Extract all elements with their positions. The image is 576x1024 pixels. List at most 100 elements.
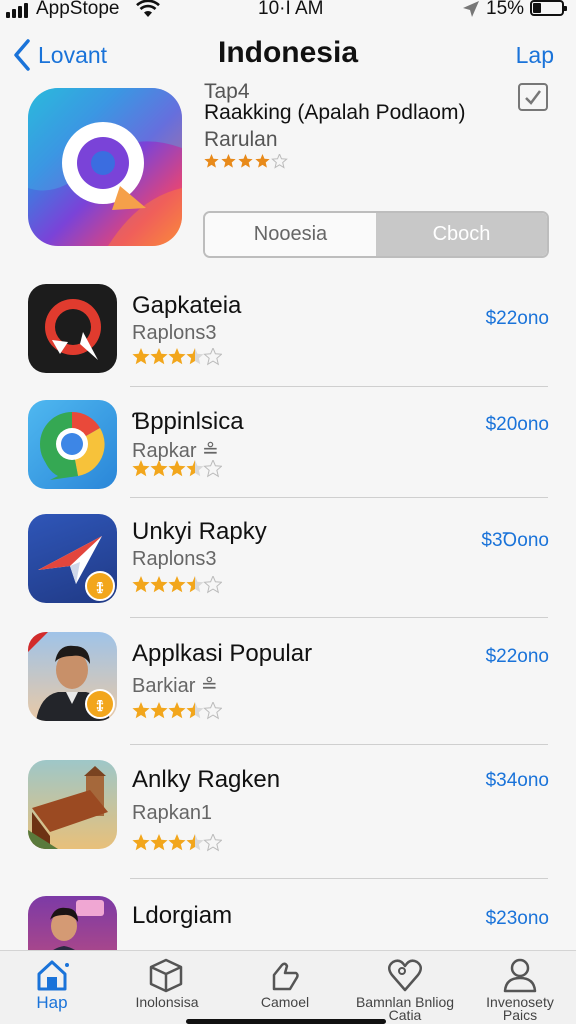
app-name: Applkasi Popular	[132, 640, 313, 667]
tab-indonesia[interactable]: Inolonsisa	[112, 951, 222, 1024]
star-icon	[203, 832, 223, 852]
featured-category: Rarulan	[204, 128, 278, 151]
app-subtitle: Raplons3	[132, 322, 217, 344]
tab-bamnlan[interactable]: Bamnlan Bnliog Catia	[346, 951, 464, 1024]
star-icon	[150, 834, 168, 851]
app-row[interactable]: Anlky Ragken Rapkan1 $34ono	[0, 760, 576, 860]
price-button[interactable]: $22ono	[486, 646, 549, 668]
wifi-icon	[136, 0, 160, 17]
segment-second[interactable]: Cboch	[376, 213, 547, 256]
divider	[130, 386, 548, 387]
app-name: Unkyi Rapky	[132, 518, 267, 545]
home-indicator	[186, 1019, 386, 1024]
location-icon	[463, 1, 479, 17]
carrier-label: AppStope	[36, 0, 120, 19]
tab-label: Camoel	[260, 994, 310, 1010]
box-icon	[149, 958, 183, 993]
star-icon	[168, 576, 186, 593]
divider	[130, 878, 548, 879]
star-icon	[186, 576, 204, 593]
app-row[interactable]: Gapkateia Raplons3 $22ono	[0, 282, 576, 382]
segment-first[interactable]: Nooesia	[205, 213, 376, 256]
star-icon	[238, 154, 253, 168]
app-name: Gapkateia	[132, 292, 242, 319]
segmented-control: Nooesia Cboch	[203, 211, 549, 258]
star-icon	[132, 576, 150, 593]
price-button[interactable]: $3Ꝺono	[481, 526, 549, 552]
star-icon	[203, 458, 223, 478]
app-row[interactable]: Ɓppinlsica Rapkar ≗ $20ono	[0, 398, 576, 498]
app-rating	[132, 832, 223, 861]
price-button[interactable]: $34ono	[486, 770, 549, 792]
star-icon	[168, 834, 186, 851]
app-icon	[28, 896, 117, 950]
badge-icon: 🜌	[85, 571, 115, 601]
featured-rating	[204, 152, 294, 179]
heart-pin-icon	[388, 959, 422, 992]
app-rating	[132, 700, 223, 729]
app-icon: 🜌	[28, 632, 117, 721]
checkbox-icon[interactable]	[518, 83, 548, 111]
app-subtitle: Barkiar ≗	[132, 675, 218, 697]
star-icon	[150, 460, 168, 477]
home-icon	[37, 960, 69, 991]
app-row[interactable]: 🜌 Unkyi Rapky Raplons3 $3Ꝺono	[0, 512, 576, 612]
star-icon	[204, 154, 219, 168]
star-icon	[203, 700, 223, 720]
star-icon	[132, 348, 150, 365]
star-icon	[150, 576, 168, 593]
price-button[interactable]: $22ono	[486, 308, 549, 330]
tab-label: Inolonsisa	[135, 994, 199, 1010]
app-icon: 🜌	[28, 514, 117, 603]
app-rating	[132, 346, 223, 375]
tab-label: Invenosety Paics	[486, 994, 554, 1023]
star-icon	[186, 702, 204, 719]
back-label: Lovant	[38, 41, 108, 68]
star-icon	[132, 702, 150, 719]
divider	[130, 617, 548, 618]
star-icon	[168, 348, 186, 365]
star-icon	[132, 834, 150, 851]
tab-bar: Hap Inolonsisa Camoel Bamnlan Bnliog Cat…	[0, 950, 576, 1024]
star-icon	[255, 154, 270, 168]
star-icon	[168, 460, 186, 477]
battery-icon	[530, 0, 567, 16]
app-icon	[28, 284, 117, 373]
app-name: Anlky Ragken	[132, 766, 281, 793]
star-icon	[203, 346, 223, 366]
star-icon	[132, 460, 150, 477]
tab-camoel[interactable]: Camoel	[230, 951, 340, 1024]
divider	[130, 744, 548, 745]
star-icon	[186, 460, 204, 477]
featured-title: Raakking (Apalah Podlaom)	[204, 101, 466, 124]
chevron-left-icon	[14, 39, 30, 71]
status-bar: AppStope 10·I AM 15%	[0, 0, 576, 20]
price-button[interactable]: $23ono	[486, 908, 549, 930]
star-icon	[186, 348, 204, 365]
star-icon	[150, 348, 168, 365]
app-name: Ɓppinlsica	[132, 408, 244, 435]
clock: 10·I AM	[258, 0, 324, 19]
tab-home[interactable]: Hap	[0, 951, 104, 1024]
tab-profile[interactable]: Invenosety Paics	[470, 951, 570, 1024]
badge-icon: 🜌	[85, 689, 115, 719]
star-icon	[186, 834, 204, 851]
back-button[interactable]: Lovant	[12, 38, 107, 72]
star-icon	[150, 702, 168, 719]
app-icon	[28, 400, 117, 489]
tab-label: Hap	[36, 993, 68, 1012]
signal-icon	[6, 3, 28, 18]
star-icon	[221, 154, 236, 168]
featured-app-icon[interactable]	[28, 88, 182, 246]
app-subtitle: Raplons3	[132, 548, 217, 570]
battery-percent: 15%	[486, 0, 525, 19]
star-icon	[271, 152, 288, 169]
app-subtitle: Rapkan1	[132, 802, 213, 824]
app-row[interactable]: 🜌 Applkasi Popular Barkiar ≗ $22ono	[0, 632, 576, 732]
price-button[interactable]: $20ono	[486, 414, 549, 436]
nav-action-button[interactable]: Lap	[516, 42, 554, 69]
app-name: Ldorgiam	[132, 902, 233, 929]
app-icon	[28, 760, 117, 849]
divider	[130, 497, 548, 498]
app-row[interactable]: Ldorgiam $23ono	[0, 896, 576, 950]
